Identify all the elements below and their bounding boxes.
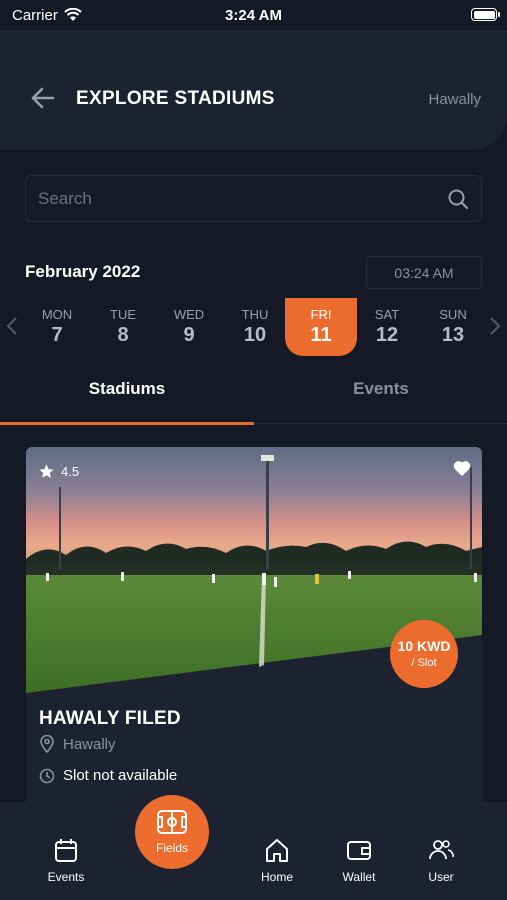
day-selector: MON 7 TUE 8 WED 9 THU 10 FRI 11 SAT 12 SUN 13 [0,298,507,356]
day-item-sat[interactable]: SAT 12 [351,298,423,356]
field-icon [157,810,187,834]
rating: 4.5 [38,463,79,480]
chevron-left-icon[interactable] [5,316,19,336]
day-name: MON [41,307,73,322]
nav-item-home[interactable]: Home [237,836,317,884]
calendar-icon [55,839,77,862]
day-item-thu[interactable]: THU 10 [219,298,291,356]
heart-icon[interactable] [452,459,472,477]
day-date: 8 [117,324,129,346]
price-badge: 10 KWD / Slot [390,620,458,688]
carrier-info: Carrier [12,7,82,24]
nav-label: Home [260,870,293,884]
nav-label: User [428,870,454,884]
day-name: THU [241,307,269,322]
search-input[interactable]: Search [25,175,482,222]
day-item-tue[interactable]: TUE 8 [87,298,159,356]
nav-label: Wallet [342,870,376,884]
day-item-fri[interactable]: FRI 11 [285,298,357,356]
stadium-location-text: Hawally [63,735,116,753]
home-icon [266,839,288,862]
stadium-card[interactable]: 4.5 10 KWD / Slot HAWALY FILED Hawally S… [26,447,482,807]
tab-stadiums[interactable]: Stadiums [0,372,254,425]
day-name: FRI [310,307,332,322]
star-icon [39,464,54,478]
nav-item-events[interactable]: Events [26,836,106,884]
day-name: SUN [439,307,467,322]
wifi-icon [64,8,82,21]
tab-indicator [0,422,254,425]
day-name: TUE [110,307,136,322]
search-icon[interactable] [447,188,469,210]
nav-item-fields[interactable]: Fields [135,795,209,869]
location-pin-icon [40,735,54,753]
day-date: 7 [51,324,63,346]
status-bar: Carrier 3:24 AM [0,0,507,30]
battery-icon [471,8,500,21]
page-title: EXPLORE STADIUMS [76,88,275,109]
day-date: 12 [375,324,399,346]
month-label: February 2022 [25,262,141,281]
price-unit: / Slot [411,657,437,669]
users-icon [429,840,454,860]
time-value: 03:24 AM [394,264,454,281]
tab-events[interactable]: Events [254,372,507,424]
price-amount: 10 KWD [397,638,451,654]
nav-label: Events [47,870,85,884]
location-selector[interactable]: Hawally [428,91,481,108]
stadium-name: HAWALY FILED [39,708,181,729]
nav-item-wallet[interactable]: Wallet [319,836,399,884]
slot-status: Slot not available [39,767,177,784]
tab-bar: Stadiums Events [0,372,507,425]
stadium-location: Hawally [39,735,116,753]
day-date: 10 [243,324,267,346]
nav-item-user[interactable]: User [401,836,481,884]
rating-value: 4.5 [61,464,80,479]
day-name: SAT [374,307,400,322]
carrier-label: Carrier [12,6,58,24]
nav-label: Fields [155,841,188,855]
clock-icon [39,768,55,783]
wallet-icon [347,841,371,860]
tab-label: Stadiums [88,379,166,398]
day-item-sun[interactable]: SUN 13 [417,298,489,356]
day-name: WED [173,307,205,322]
day-date: 11 [310,324,332,346]
day-item-wed[interactable]: WED 9 [153,298,225,356]
tab-label: Events [353,379,409,398]
page-header: EXPLORE STADIUMS Hawally [0,30,507,150]
time-picker[interactable]: 03:24 AM [366,256,482,289]
chevron-right-icon[interactable] [488,316,502,336]
day-date: 13 [441,324,465,346]
back-arrow-icon[interactable] [28,84,56,112]
day-item-mon[interactable]: MON 7 [21,298,93,356]
search-placeholder: Search [38,188,92,208]
day-date: 9 [183,324,195,346]
bottom-nav: Events Home Wallet User [0,802,507,900]
slot-status-text: Slot not available [63,767,178,784]
